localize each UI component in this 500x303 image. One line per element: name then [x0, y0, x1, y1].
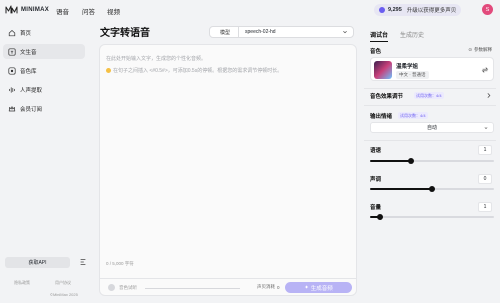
volume-slider[interactable]	[370, 214, 494, 220]
editor-placeholder: 在此处开始输入文字，生成您的个性化音频。	[106, 56, 207, 62]
sound-icon	[8, 47, 16, 56]
trial-label: 试用次数：	[400, 112, 420, 118]
speed-label: 语速	[370, 148, 382, 154]
generate-audio-button[interactable]: ✦ 生成音频	[285, 282, 352, 293]
sidebar-item-label: 人声提取	[20, 87, 43, 94]
model-label: 模型	[210, 27, 240, 37]
pitch-label: 声调	[370, 177, 382, 183]
divider	[364, 88, 496, 89]
slider-fill	[370, 188, 432, 190]
slider-handle[interactable]	[429, 186, 435, 192]
voice-section-label: 音色	[370, 49, 382, 55]
settings-panel: 调试台 生成历史 音色 ⊙ 参数解释 温柔学姐 中文 · 普通话 音色效果调节 …	[364, 25, 496, 303]
nav-voice[interactable]: 语音	[56, 6, 69, 16]
emotion-value: 自动	[426, 125, 437, 131]
home-icon	[8, 29, 16, 37]
extract-icon	[8, 86, 16, 94]
play-icon	[108, 284, 115, 291]
trial-badge: 试用次数：4/4	[414, 92, 444, 99]
volume-value[interactable]: 1	[478, 202, 492, 212]
speed-slider[interactable]	[370, 158, 494, 164]
get-api-button[interactable]: 获取API	[5, 257, 70, 268]
preview-progress	[145, 288, 240, 289]
page-title: 文字转语音	[100, 28, 150, 39]
upgrade-link[interactable]: 升级以获得更多声贝	[407, 6, 457, 14]
credits-pill[interactable]: 9,295 升级以获得更多声贝	[374, 4, 462, 16]
sparkle-icon: ✦	[304, 284, 309, 291]
brand-logo[interactable]: MINIMAX	[5, 5, 49, 14]
voice-tags: 中文 · 普通话	[396, 71, 429, 79]
privacy-link[interactable]: 隐私政策	[14, 280, 30, 286]
tab-console[interactable]: 调试台	[370, 30, 389, 42]
divider	[364, 105, 496, 106]
vpt-label: 声贝消耗	[257, 284, 275, 289]
vpt-value: 0	[277, 284, 280, 290]
sidebar-item-voice-extract[interactable]: 人声提取	[3, 82, 85, 97]
generate-label: 生成音频	[310, 285, 333, 292]
preview-label: 音色试听	[119, 284, 137, 290]
chevron-down-icon	[343, 30, 347, 34]
slider-fill	[370, 160, 411, 162]
sidebar: 首页 文生音 音色库 人声提取 会员订阅 获取API 隐私政策 用户协议 ©Mi…	[0, 20, 95, 303]
effect-section-label[interactable]: 音色效果调节	[370, 92, 403, 100]
pause-tip: 在句子之间插入 <#0.5#>，可添加0.5s的停顿。根据您的需求调节停顿时长。	[106, 67, 282, 74]
sidebar-item-label: 首页	[20, 30, 32, 37]
sidebar-item-label: 会员订阅	[20, 106, 43, 113]
sidebar-item-subscription[interactable]: 会员订阅	[3, 101, 85, 116]
nav-video[interactable]: 视频	[107, 6, 120, 16]
sidebar-item-label: 文生音	[20, 49, 37, 56]
trial-label: 试用次数：	[416, 92, 436, 98]
param-doc-label: 参数解释	[474, 47, 492, 52]
volume-label: 音量	[370, 205, 382, 211]
editor-bottom-bar: 音色试听 声贝消耗 0 ✦ 生成音频	[100, 278, 356, 295]
text-editor[interactable]: 在此处开始输入文字，生成您的个性化音频。 在句子之间插入 <#0.5#>，可添加…	[99, 44, 357, 296]
lightbulb-icon	[106, 68, 111, 73]
divider	[364, 140, 496, 141]
library-icon	[8, 66, 16, 75]
param-doc-link[interactable]: ⊙ 参数解释	[468, 47, 492, 53]
minimax-logo-icon	[5, 5, 18, 14]
brand-name: MINIMAX	[21, 6, 50, 13]
voice-thumbnail	[374, 61, 392, 79]
model-value: speech-02-hd	[245, 29, 276, 35]
panel-tabs: 调试台 生成历史	[370, 30, 424, 42]
emotion-select[interactable]: 自动	[370, 122, 494, 133]
avatar[interactable]: S	[482, 4, 493, 15]
swap-icon	[481, 67, 489, 73]
collapse-sidebar-icon[interactable]	[79, 258, 87, 266]
coin-icon	[379, 7, 385, 13]
help-icon: ⊙	[468, 47, 472, 52]
credits-count: 9,295	[388, 7, 402, 13]
sidebar-item-label: 音色库	[20, 68, 37, 75]
pitch-value[interactable]: 0	[478, 174, 492, 184]
trial-count: 4/4	[420, 112, 426, 118]
trial-count: 4/4	[436, 92, 442, 98]
voice-card[interactable]: 温柔学姐 中文 · 普通话	[370, 57, 494, 81]
chevron-right-icon[interactable]	[485, 92, 492, 99]
sidebar-item-voice-library[interactable]: 音色库	[3, 63, 85, 78]
sidebar-item-home[interactable]: 首页	[3, 25, 85, 40]
pause-tip-text: 在句子之间插入 <#0.5#>，可添加0.5s的停顿。根据您的需求调节停顿时长。	[113, 68, 283, 74]
char-count: 0 / 5,000 字符	[106, 261, 134, 266]
voice-name: 温柔学姐	[396, 64, 419, 70]
speed-value[interactable]: 1	[478, 145, 492, 155]
sidebar-item-text-to-speech[interactable]: 文生音	[3, 44, 85, 59]
slider-handle[interactable]	[407, 158, 414, 164]
tab-history[interactable]: 生成历史	[400, 30, 424, 42]
chevron-down-icon	[484, 127, 488, 130]
voice-preview[interactable]: 音色试听	[108, 284, 137, 291]
terms-link[interactable]: 用户协议	[55, 280, 71, 286]
emotion-section-label: 输出情绪	[370, 114, 393, 120]
model-select[interactable]: 模型 speech-02-hd	[209, 26, 354, 38]
nav-qa[interactable]: 问答	[82, 6, 95, 16]
copyright: ©MiniMax 2025	[50, 292, 78, 297]
vpt-cost: 声贝消耗 0	[257, 284, 280, 290]
trial-badge: 试用次数：4/4	[398, 112, 428, 119]
slider-handle[interactable]	[376, 214, 383, 220]
pitch-slider[interactable]	[370, 186, 494, 192]
top-bar: MINIMAX 语音 问答 视频 9,295 升级以获得更多声贝 S	[0, 0, 500, 20]
crown-icon	[8, 105, 16, 113]
